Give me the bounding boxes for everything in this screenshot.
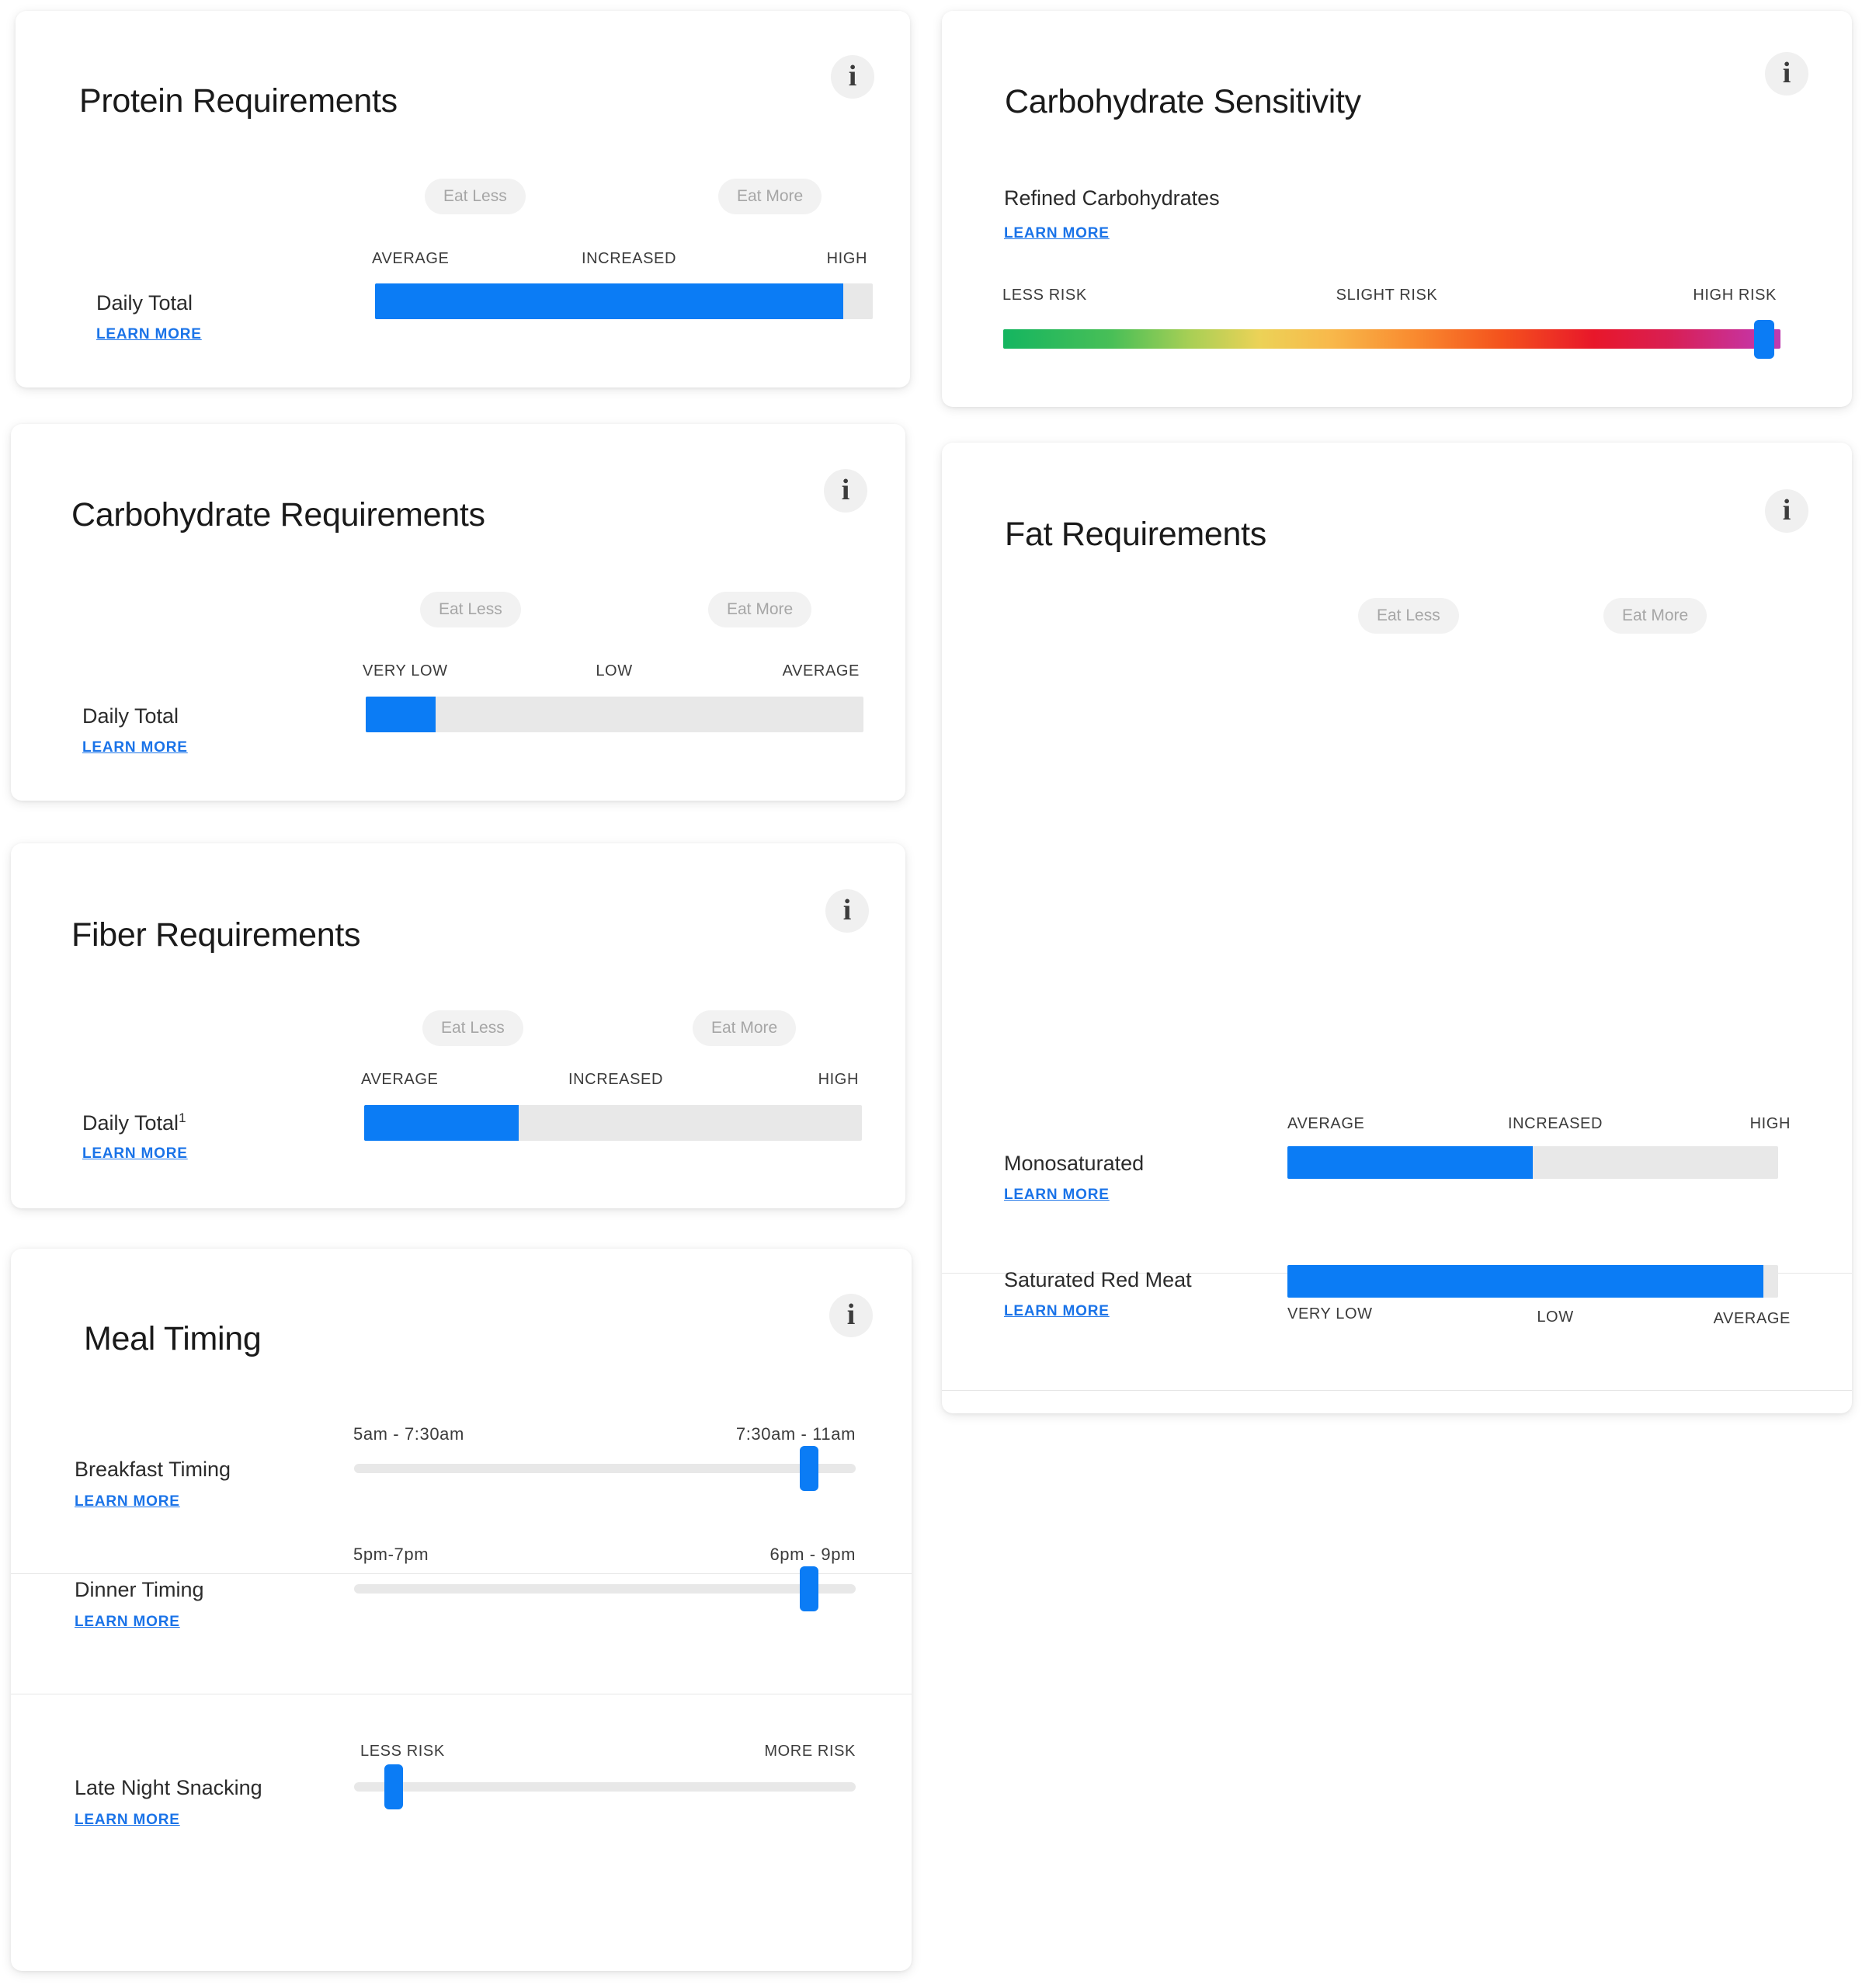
page-title: Protein Requirements xyxy=(79,82,398,120)
progress-fill-daily-total xyxy=(375,283,843,319)
pill-eat-more[interactable]: Eat More xyxy=(718,179,822,214)
row-label-daily-total: Daily Total1 xyxy=(82,1110,186,1135)
scale-label-high: AVERAGE xyxy=(1713,1310,1791,1327)
learn-more-link[interactable]: LEARN MORE xyxy=(1004,1187,1110,1204)
scale-label-low: AVERAGE xyxy=(1287,1115,1365,1132)
page-title: Fiber Requirements xyxy=(71,916,361,954)
row-divider xyxy=(942,1390,1852,1391)
footnote-marker: 1 xyxy=(179,1110,186,1125)
info-icon[interactable]: i xyxy=(831,55,874,99)
page-title: Carbohydrate Requirements xyxy=(71,496,485,533)
progress-fill-saturated-red-meat xyxy=(1287,1265,1764,1298)
progress-track-daily-total xyxy=(366,697,863,732)
learn-more-link[interactable]: LEARN MORE xyxy=(75,1614,180,1631)
learn-more-link[interactable]: LEARN MORE xyxy=(82,1145,188,1163)
scale-label-mid: LOW xyxy=(596,662,633,679)
slider-track-breakfast-timing[interactable] xyxy=(354,1464,856,1473)
scale-label-right: 7:30am - 11am xyxy=(735,1424,856,1444)
scale-label-high: HIGH xyxy=(1749,1115,1791,1132)
scale-label-low: AVERAGE xyxy=(361,1071,439,1088)
progress-fill-daily-total xyxy=(364,1105,519,1141)
row-label-daily-total: Daily Total xyxy=(82,704,179,728)
scale-label-high: AVERAGE xyxy=(782,662,860,679)
risk-slider-thumb[interactable] xyxy=(1754,320,1774,359)
page-title: Carbohydrate Sensitivity xyxy=(1005,83,1361,120)
info-glyph: i xyxy=(842,894,852,926)
info-icon[interactable]: i xyxy=(824,469,867,513)
learn-more-link[interactable]: LEARN MORE xyxy=(1004,225,1110,242)
scale-label-right: 6pm - 9pm xyxy=(769,1545,856,1564)
pill-eat-more-fat[interactable]: Eat More xyxy=(1603,598,1707,634)
row-label-breakfast-timing: Breakfast Timing xyxy=(75,1458,231,1481)
page-title-text: Fiber Requirements xyxy=(71,916,361,954)
scale-label-left: 5pm-7pm xyxy=(353,1545,429,1564)
slider-thumb-breakfast-timing[interactable] xyxy=(800,1446,818,1491)
info-icon[interactable]: i xyxy=(825,889,869,933)
scale-label-left: 5am - 7:30am xyxy=(353,1424,464,1444)
card-carbohydrate-sensitivity: Carbohydrate Sensitivity i Refined Carbo… xyxy=(942,11,1852,407)
scale-label-low: VERY LOW xyxy=(1287,1305,1373,1322)
info-icon[interactable]: i xyxy=(1765,52,1808,96)
scale-label-mid: INCREASED xyxy=(1507,1115,1603,1132)
scale-label-left: LESS RISK xyxy=(360,1743,445,1760)
row-label-saturated-red-meat: Saturated Red Meat xyxy=(1004,1268,1192,1291)
scale-label-high: HIGH xyxy=(826,250,867,267)
row-label-late-night-snacking: Late Night Snacking xyxy=(75,1776,262,1799)
card-fiber-requirements: Fiber Requirements i Eat Less Eat More A… xyxy=(11,843,905,1208)
row-label-daily-total: Daily Total xyxy=(96,291,193,315)
info-glyph: i xyxy=(841,474,850,506)
page-title: Fat Requirements xyxy=(1005,516,1266,553)
progress-fill-daily-total xyxy=(366,697,436,732)
learn-more-link[interactable]: LEARN MORE xyxy=(96,326,202,343)
scale-label-mid: INCREASED xyxy=(568,1071,664,1088)
pill-eat-less[interactable]: Eat Less xyxy=(425,179,526,214)
slider-track-late-night-snacking[interactable] xyxy=(354,1782,856,1792)
scale-label-right: MORE RISK xyxy=(764,1743,856,1760)
slider-thumb-dinner-timing[interactable] xyxy=(800,1566,818,1611)
scale-label-high: HIGH xyxy=(818,1071,859,1088)
row-label-refined-carbohydrates: Refined Carbohydrates xyxy=(1004,186,1220,210)
row-divider xyxy=(11,1573,912,1574)
info-glyph: i xyxy=(1782,494,1791,527)
row-label-dinner-timing: Dinner Timing xyxy=(75,1578,204,1601)
slider-thumb-late-night-snacking[interactable] xyxy=(384,1764,403,1809)
pill-eat-less[interactable]: Eat Less xyxy=(422,1010,523,1046)
info-icon[interactable]: i xyxy=(1765,489,1808,533)
progress-track-monosaturated xyxy=(1287,1146,1778,1179)
progress-track-daily-total xyxy=(364,1105,862,1141)
risk-gradient-track[interactable] xyxy=(1003,329,1780,349)
slider-track-dinner-timing[interactable] xyxy=(354,1584,856,1594)
pill-eat-less[interactable]: Eat Less xyxy=(420,592,521,627)
info-glyph: i xyxy=(846,1298,856,1331)
pill-eat-more[interactable]: Eat More xyxy=(693,1010,797,1046)
card-protein-requirements: Protein Requirements i Eat Less Eat More… xyxy=(16,11,910,388)
page-title: Meal Timing xyxy=(84,1320,262,1357)
row-label-text: Daily Total xyxy=(82,1111,179,1135)
scale-label-slight-risk: SLIGHT RISK xyxy=(1336,287,1438,304)
scale-label-high-risk: HIGH RISK xyxy=(1693,287,1777,304)
scale-label-low: VERY LOW xyxy=(363,662,448,679)
progress-track-saturated-red-meat xyxy=(1287,1265,1778,1298)
card-meal-timing: Meal Timing i 5am - 7:30am 7:30am - 11am… xyxy=(11,1249,912,1971)
scale-label-low: AVERAGE xyxy=(372,250,450,267)
report-page: Protein Requirements i Eat Less Eat More… xyxy=(0,0,1862,1988)
learn-more-link[interactable]: LEARN MORE xyxy=(1004,1303,1110,1320)
progress-track-daily-total xyxy=(375,283,873,319)
row-label-monosaturated: Monosaturated xyxy=(1004,1152,1145,1175)
info-icon[interactable]: i xyxy=(829,1294,873,1337)
info-glyph: i xyxy=(848,60,857,92)
pill-eat-less-fat[interactable]: Eat Less xyxy=(1358,598,1459,634)
progress-fill-monosaturated xyxy=(1287,1146,1533,1179)
scale-label-mid: INCREASED xyxy=(581,250,677,267)
learn-more-link[interactable]: LEARN MORE xyxy=(75,1493,180,1510)
card-fat-requirements: Fat Requirements i Eat Less Eat More AVE… xyxy=(942,443,1852,1413)
info-glyph: i xyxy=(1782,57,1791,89)
pill-eat-more[interactable]: Eat More xyxy=(708,592,812,627)
learn-more-link[interactable]: LEARN MORE xyxy=(82,739,188,756)
card-carbohydrate-requirements: Carbohydrate Requirements i Eat Less Eat… xyxy=(11,424,905,801)
scale-label-less-risk: LESS RISK xyxy=(1002,287,1087,304)
learn-more-link[interactable]: LEARN MORE xyxy=(75,1812,180,1829)
scale-label-mid: LOW xyxy=(1537,1309,1574,1326)
